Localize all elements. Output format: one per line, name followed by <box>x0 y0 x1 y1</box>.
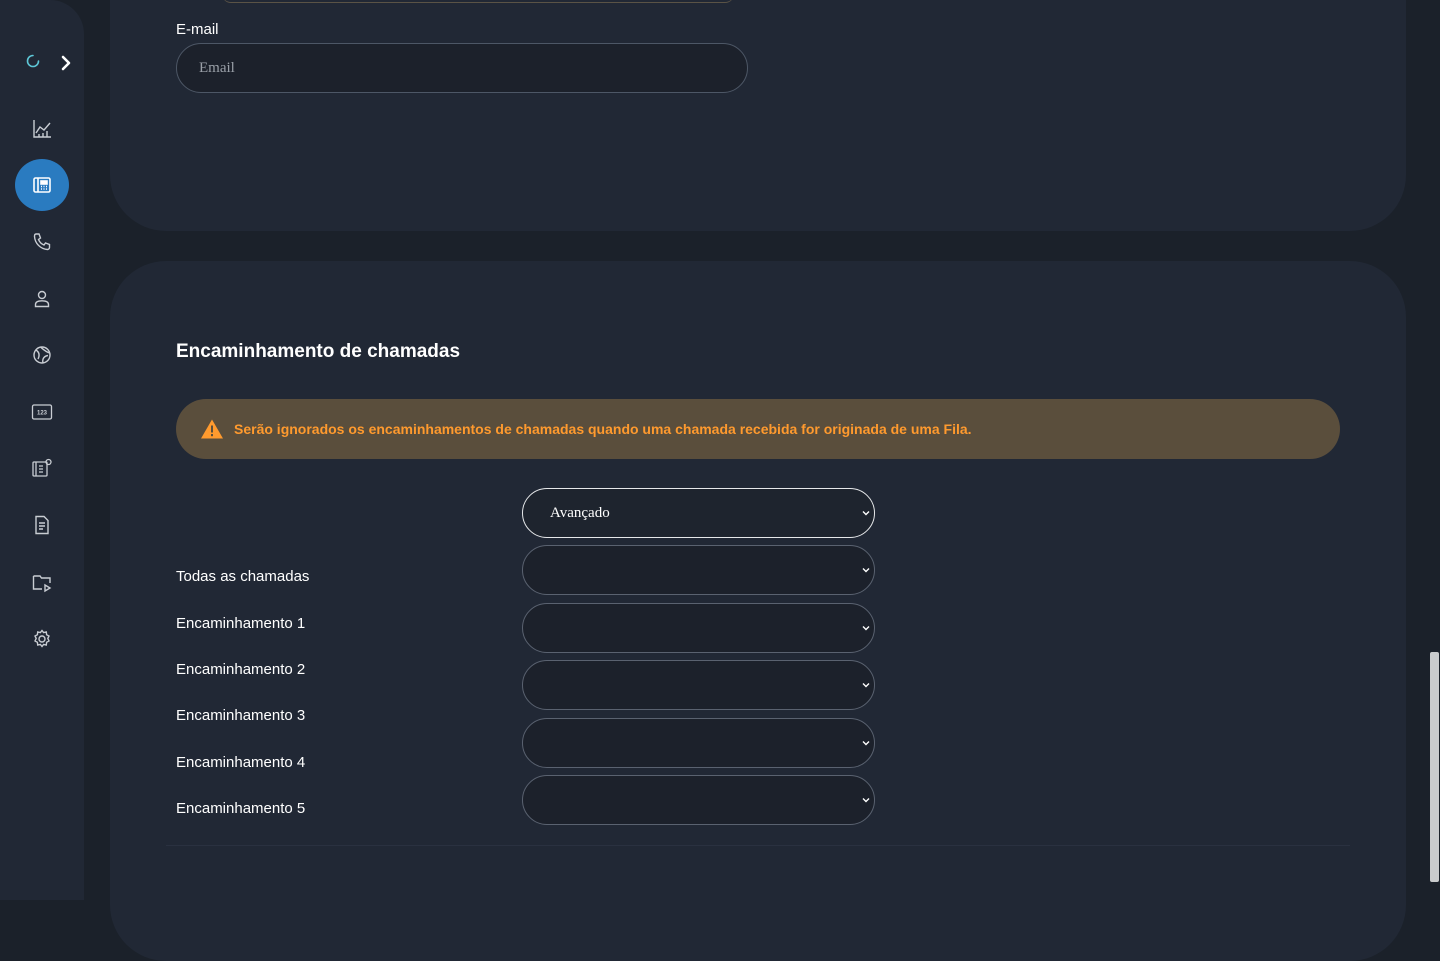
sidebar-item-numbers[interactable]: 123 <box>15 386 69 438</box>
svg-text:123: 123 <box>37 411 48 417</box>
chevron-down-icon <box>862 626 870 631</box>
section-title: Encaminhamento de chamadas <box>176 341 461 362</box>
chevron-down-icon <box>862 568 870 573</box>
warning-banner: Serão ignorados os encaminhamentos de ch… <box>176 399 1340 459</box>
sidebar-item-calls[interactable] <box>15 216 69 268</box>
forward-4-select[interactable] <box>522 775 875 825</box>
chevron-down-icon <box>862 511 870 516</box>
scrollbar[interactable] <box>1428 0 1440 900</box>
forwarding-mode-value: Avançado <box>550 504 610 521</box>
chevron-down-icon <box>862 798 870 803</box>
chevron-down-icon <box>862 683 870 688</box>
sidebar-item-media[interactable] <box>15 556 69 608</box>
forwarding-mode-select[interactable]: Avançado <box>522 488 875 538</box>
gear-icon <box>34 629 50 648</box>
forward-all-label: Todas as chamadas <box>176 568 310 585</box>
sidebar-item-network[interactable] <box>15 329 69 381</box>
phone-icon <box>33 233 51 251</box>
loading-spinner-icon <box>26 54 40 68</box>
scrollbar-thumb[interactable] <box>1430 652 1439 882</box>
numbers-123-icon: 123 <box>31 404 53 420</box>
forward-all-select[interactable] <box>522 545 875 595</box>
forward-1-select[interactable] <box>522 603 875 653</box>
previous-field-edge <box>222 0 734 3</box>
sidebar-item-dashboard[interactable] <box>15 103 69 155</box>
forward-2-select[interactable] <box>522 660 875 710</box>
pbx-device-icon <box>33 177 51 193</box>
sidebar-item-users[interactable] <box>15 273 69 325</box>
forward-4-label: Encaminhamento 4 <box>176 754 306 771</box>
media-folder-icon <box>32 575 52 593</box>
warning-text: Serão ignorados os encaminhamentos de ch… <box>234 421 972 437</box>
device-settings-icon <box>32 458 52 477</box>
forward-3-select[interactable] <box>522 718 875 768</box>
contact-card <box>110 0 1406 231</box>
email-field[interactable] <box>176 43 748 93</box>
forward-5-label: Encaminhamento 5 <box>176 800 306 817</box>
forward-3-label: Encaminhamento 3 <box>176 707 306 724</box>
chevron-down-icon <box>862 741 870 746</box>
sidebar-item-pbx[interactable] <box>15 159 69 211</box>
document-icon <box>35 515 49 535</box>
user-icon <box>34 290 50 308</box>
globe-icon <box>33 346 51 364</box>
forward-2-label: Encaminhamento 2 <box>176 661 306 678</box>
sidebar-header <box>0 44 84 84</box>
chart-icon <box>33 120 51 138</box>
divider <box>166 845 1350 846</box>
forward-1-label: Encaminhamento 1 <box>176 615 306 632</box>
sidebar-item-devices[interactable] <box>15 442 69 494</box>
sidebar-item-reports[interactable] <box>15 499 69 551</box>
sidebar: 123 <box>0 0 84 900</box>
email-label: E-mail <box>176 21 219 38</box>
chevron-right-icon[interactable] <box>58 54 74 72</box>
sidebar-item-settings[interactable] <box>15 613 69 665</box>
warning-icon <box>201 419 223 439</box>
